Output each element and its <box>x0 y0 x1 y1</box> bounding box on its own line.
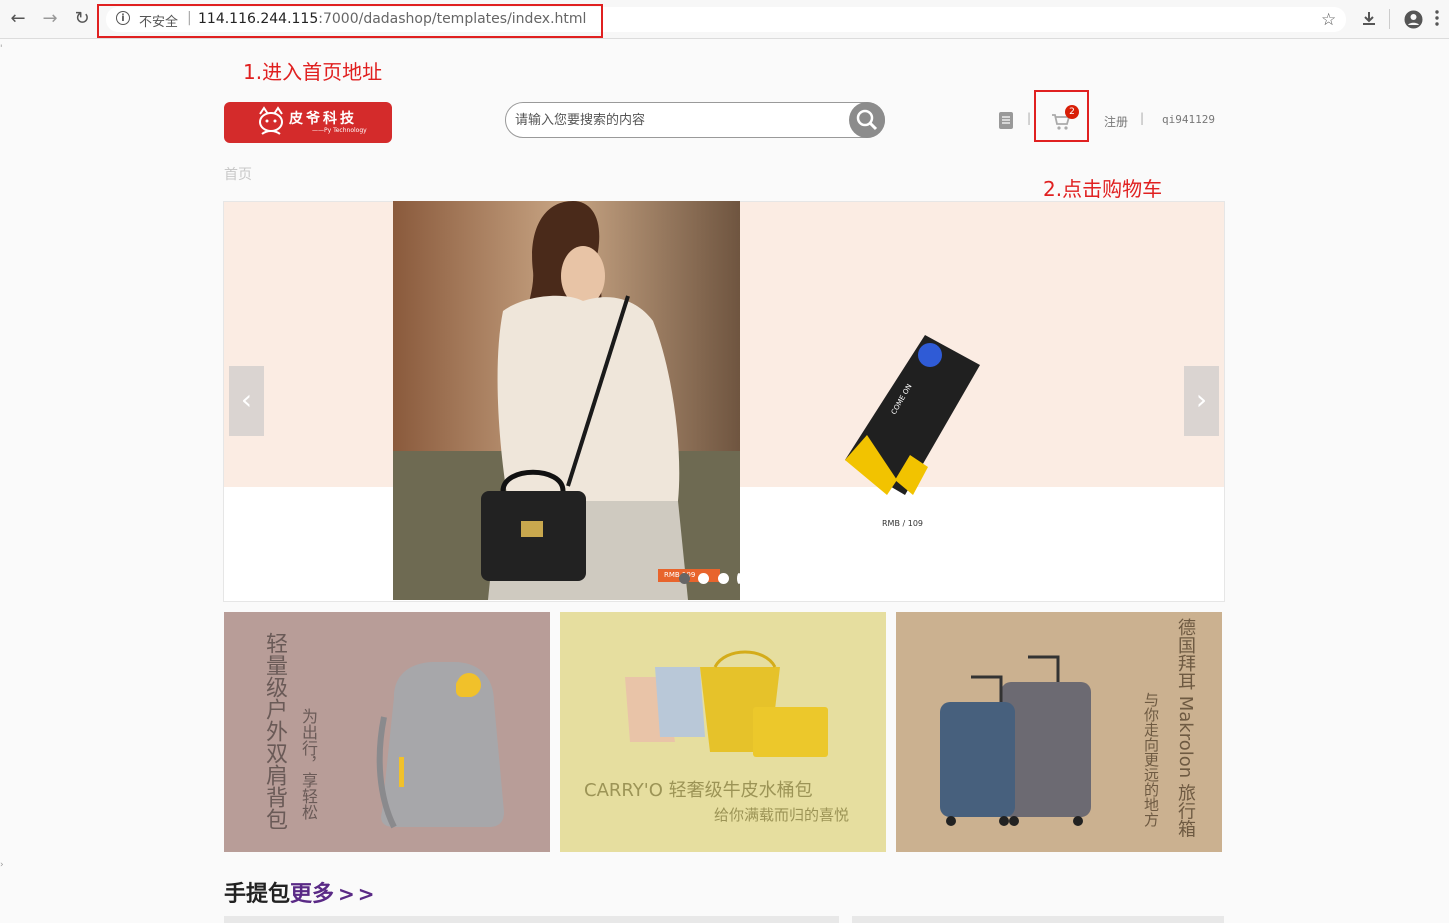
product-card-top <box>852 916 1224 923</box>
wallet-product-image[interactable]: COME ON <box>840 330 985 504</box>
username-link[interactable]: qi941129 <box>1162 113 1215 126</box>
annotation-box-cart <box>1034 90 1089 142</box>
search-icon <box>856 109 878 131</box>
profile-icon[interactable] <box>1404 10 1423 34</box>
promo-title: 轻量级户外双肩背包 <box>262 632 287 830</box>
promo-subtitle: 为出行，享轻松 <box>299 708 318 820</box>
search-button[interactable] <box>849 102 885 138</box>
document-icon[interactable] <box>999 112 1013 133</box>
back-arrow-icon[interactable]: ← <box>8 9 28 29</box>
bucket-bag-image <box>625 650 828 757</box>
annotation-box-url <box>97 4 603 38</box>
carousel-dot[interactable] <box>698 573 709 584</box>
carousel-dot[interactable] <box>737 573 741 584</box>
banner-price: RMB / 109 <box>882 519 923 528</box>
reload-icon[interactable]: ↻ <box>72 9 92 29</box>
header-divider: | <box>1140 111 1145 125</box>
download-icon[interactable] <box>1360 10 1378 33</box>
search-input[interactable] <box>515 110 835 130</box>
cat-logo-icon <box>256 106 286 138</box>
promo-subtitle: 给你满载而归的喜悦 <box>714 806 850 824</box>
bookmark-star-icon[interactable]: ☆ <box>1321 10 1336 30</box>
logo-text: 皮爷科技 <box>289 111 357 127</box>
annotation-step1: 1.进入首页地址 <box>243 60 383 84</box>
carousel-prev-button[interactable]: ‹ <box>229 366 264 436</box>
menu-kebab-icon[interactable] <box>1434 8 1440 33</box>
suitcase-image <box>940 655 1091 826</box>
promo-subtitle: 与你走向更远的地方 <box>1142 692 1160 827</box>
annotation-step2: 2.点击购物车 <box>1043 177 1163 201</box>
promo-title: 德国拜耳 Makrolon 旅行箱 <box>1175 618 1196 838</box>
promo-title: CARRY'O 轻奢级牛皮水桶包 <box>584 780 813 801</box>
section-title: 手提包 <box>224 882 291 907</box>
window-edge-mark: › <box>0 860 4 870</box>
forward-arrow-icon[interactable]: → <box>40 9 60 29</box>
product-card-top <box>224 916 839 923</box>
banner-model-photo[interactable] <box>393 201 740 600</box>
promo-backpack[interactable]: 轻量级户外双肩背包 为出行，享轻松 <box>224 612 550 852</box>
section-heading: 手提包更多 >> <box>224 876 378 908</box>
promo-bucket-bag[interactable]: CARRY'O 轻奢级牛皮水桶包 给你满载而归的喜悦 <box>560 612 886 852</box>
window-edge-mark: ' <box>0 44 3 54</box>
promo-suitcase[interactable]: 德国拜耳 Makrolon 旅行箱 与你走向更远的地方 <box>896 612 1222 852</box>
carousel-dot[interactable] <box>679 573 690 584</box>
header-divider: | <box>1027 111 1032 125</box>
more-arrows[interactable]: >> <box>338 882 378 906</box>
carousel-next-button[interactable]: › <box>1184 366 1219 436</box>
register-link[interactable]: 注册 <box>1104 113 1128 130</box>
more-link[interactable]: 更多 <box>290 882 334 907</box>
logo-subtext: ——Py Technology <box>312 127 367 134</box>
breadcrumb[interactable]: 首页 <box>224 164 252 184</box>
toolbar-divider <box>1389 9 1390 29</box>
carousel-dot[interactable] <box>718 573 729 584</box>
backpack-image <box>376 662 504 829</box>
